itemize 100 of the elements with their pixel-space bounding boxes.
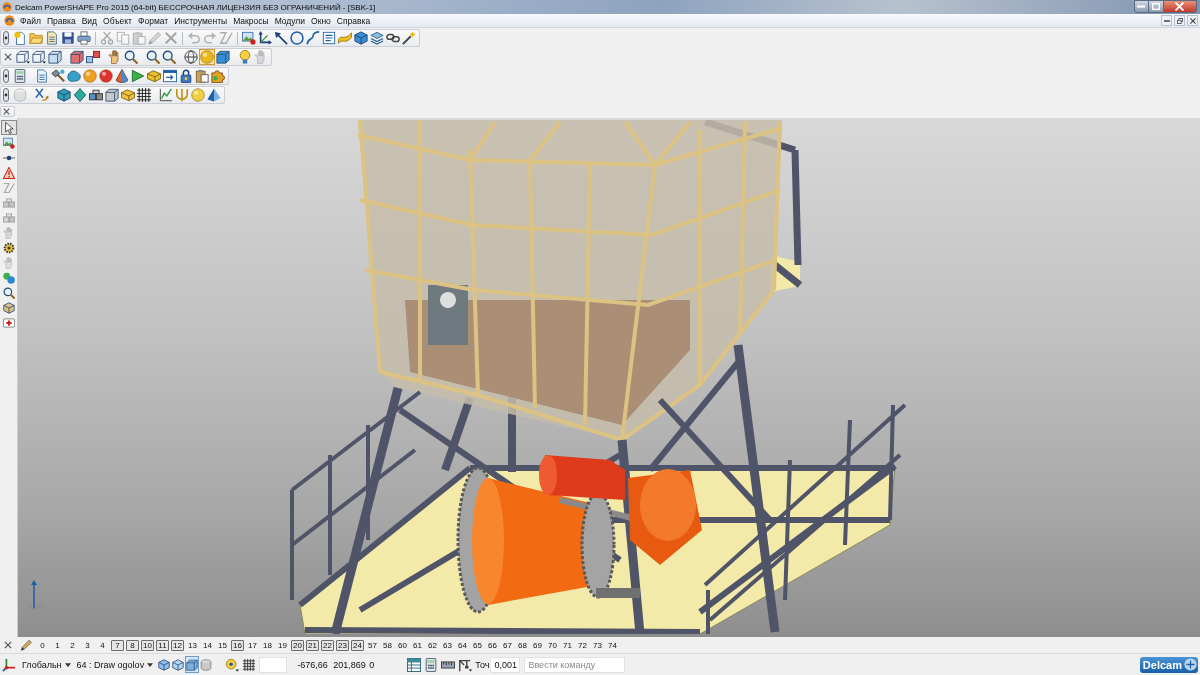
toolbar-button[interactable] (401, 30, 417, 46)
toolbar-button[interactable] (206, 87, 222, 103)
level-button[interactable]: 21 (306, 639, 319, 651)
toolbar-button[interactable] (85, 49, 101, 65)
level-button[interactable]: 64 (456, 639, 469, 651)
toolbar-button[interactable] (161, 49, 177, 65)
menu-item[interactable]: Окно (308, 15, 334, 26)
toolbar-button[interactable] (136, 87, 152, 103)
level-button[interactable]: 57 (366, 639, 379, 651)
dropdown[interactable]: 64 : Draw ogolov (74, 656, 156, 673)
menu-item[interactable]: Файл (17, 15, 44, 26)
menu-item[interactable]: Справка (333, 15, 374, 26)
level-button[interactable]: 19 (276, 639, 289, 651)
grip-handle-icon[interactable] (3, 31, 9, 45)
toolbar-button[interactable] (321, 30, 337, 46)
minimize-button[interactable] (1134, 0, 1149, 13)
level-button[interactable]: 11 (156, 639, 169, 651)
globe-icon (184, 50, 198, 64)
level-button[interactable]: 61 (411, 639, 424, 651)
level-button[interactable]: 73 (591, 639, 604, 651)
level-button[interactable]: 13 (186, 639, 199, 651)
toolbar-button[interactable] (353, 30, 369, 46)
level-button[interactable]: 12 (171, 639, 184, 651)
app-icon[interactable] (4, 15, 15, 26)
level-button[interactable]: 69 (531, 639, 544, 651)
table-icon[interactable] (407, 657, 422, 672)
level-button[interactable]: 22 (321, 639, 334, 651)
tolerance-field[interactable]: 0,001 (490, 656, 521, 673)
command-field[interactable]: Ввести команду (524, 656, 626, 673)
toolbar-button[interactable] (69, 49, 85, 65)
level-button[interactable]: 20 (291, 639, 304, 651)
minimize-button[interactable] (1161, 15, 1172, 26)
close-icon[interactable] (4, 53, 12, 61)
toolbar-button[interactable] (60, 30, 76, 46)
toolbar-button[interactable] (305, 30, 321, 46)
target-icon[interactable] (225, 657, 240, 672)
level-button[interactable]: 24 (351, 639, 364, 651)
crane-icon[interactable] (458, 657, 473, 672)
level-button[interactable]: 74 (606, 639, 619, 651)
close-button[interactable] (1187, 15, 1198, 26)
input-field[interactable] (259, 656, 288, 673)
level-button[interactable]: 18 (261, 639, 274, 651)
level-button[interactable]: 4 (96, 639, 109, 651)
toolbar-button[interactable] (145, 49, 161, 65)
toolbar-button[interactable] (123, 49, 139, 65)
level-button[interactable]: 16 (231, 639, 244, 651)
level-button[interactable]: 0 (36, 639, 49, 651)
grid-icon[interactable] (243, 658, 256, 671)
maximize-button[interactable] (1149, 0, 1164, 13)
level-button[interactable]: 72 (576, 639, 589, 651)
axes-icon[interactable] (2, 657, 16, 672)
menu-item[interactable]: Правка (43, 15, 79, 26)
toolbar-button[interactable] (88, 87, 104, 103)
toolbar-button[interactable] (56, 87, 72, 103)
menu-item[interactable]: Инструменты (171, 15, 231, 26)
menu-item[interactable]: Формат (134, 15, 172, 26)
calculator-icon[interactable] (424, 657, 439, 672)
level-button[interactable]: 62 (426, 639, 439, 651)
level-button[interactable]: 17 (246, 639, 259, 651)
dropdown[interactable]: Глобальн (20, 656, 73, 673)
menu-item[interactable]: Объект (100, 15, 135, 26)
toolbar-button[interactable] (273, 30, 289, 46)
level-button[interactable]: 3 (81, 639, 94, 651)
toolbar-button[interactable] (50, 68, 66, 84)
level-button[interactable]: 65 (471, 639, 484, 651)
cube-outline-icon (16, 50, 30, 64)
grip-handle-icon[interactable] (3, 88, 9, 102)
menu-item[interactable]: Вид (78, 15, 100, 26)
toolbar-button[interactable] (34, 87, 50, 103)
level-button[interactable]: 2 (66, 639, 79, 651)
close-icon[interactable] (4, 641, 12, 649)
pencil-icon[interactable] (20, 639, 33, 651)
level-button[interactable]: 23 (336, 639, 349, 651)
close-button[interactable] (1164, 0, 1197, 13)
level-button[interactable]: 70 (546, 639, 559, 651)
level-button[interactable]: 60 (396, 639, 409, 651)
level-button[interactable]: 8 (126, 639, 139, 651)
level-button[interactable]: 68 (516, 639, 529, 651)
toolbar-button[interactable] (289, 30, 305, 46)
toolbar-button[interactable] (257, 30, 273, 46)
restore-button[interactable] (1174, 15, 1185, 26)
level-button[interactable]: 58 (381, 639, 394, 651)
menu-item[interactable]: Модули (271, 15, 309, 26)
level-button[interactable]: 10 (141, 639, 154, 651)
level-button[interactable]: 1 (51, 639, 64, 651)
level-button[interactable]: 63 (441, 639, 454, 651)
grip-handle-icon[interactable] (3, 69, 9, 83)
toolbar-button[interactable] (162, 68, 178, 84)
level-button[interactable]: 7 (111, 639, 124, 651)
level-button[interactable]: 15 (216, 639, 229, 651)
menu-item[interactable]: Макросы (230, 15, 272, 26)
level-button[interactable]: 66 (486, 639, 499, 651)
toolbar-button[interactable] (215, 49, 231, 65)
toolbar-button[interactable] (183, 49, 199, 65)
level-button[interactable]: 71 (561, 639, 574, 651)
close-icon[interactable] (3, 108, 10, 115)
toolbar-button[interactable] (178, 68, 194, 84)
undo-arrow-icon (187, 31, 201, 45)
level-button[interactable]: 67 (501, 639, 514, 651)
level-button[interactable]: 14 (201, 639, 214, 651)
